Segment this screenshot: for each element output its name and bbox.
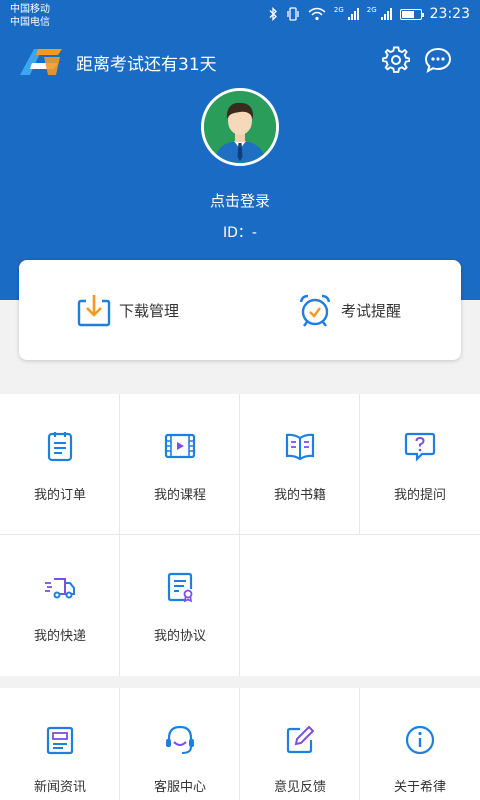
exam-reminder-button[interactable]: 考试提醒 [297,290,401,330]
grid-item-label: 我的书籍 [273,488,326,503]
grid-item-label: 我的提问 [393,488,446,503]
battery-icon [399,8,424,20]
question-icon [404,432,436,462]
grid-item-about[interactable]: 关于希律 [360,688,480,800]
grid-item-courses[interactable]: 我的课程 [120,394,240,535]
my-features-grid: 我的订单 我的课程 我的书籍 我的提问 我的快递 我的协议 [0,394,480,676]
quick-actions-card: 下载管理 考试提醒 [19,260,461,360]
carrier-info: 中国移动 中国电信 [10,3,50,29]
truck-icon [45,578,75,599]
grid-item-label: 意见反馈 [273,780,326,795]
grid-item-service[interactable]: 客服中心 [120,688,240,800]
grid-item-label: 我的协议 [153,629,206,644]
feedback-icon [286,725,315,754]
grid-item-agreements[interactable]: 我的协议 [120,535,240,676]
carrier-1: 中国移动 [10,4,50,15]
vibrate-icon [287,7,299,21]
settings-gear-icon[interactable] [382,46,410,74]
grid-empty-space [240,535,480,676]
grid-item-feedback[interactable]: 意见反馈 [240,688,360,800]
grid-item-orders[interactable]: 我的订单 [0,394,120,535]
agreement-icon [167,572,193,603]
exam-reminder-label: 考试提醒 [341,301,402,320]
grid-item-express[interactable]: 我的快递 [0,535,120,676]
network-type-2: 2G [366,6,377,14]
grid-item-label: 关于希律 [393,780,446,795]
info-icon [405,725,435,755]
download-icon [77,295,111,327]
carrier-2: 中国电信 [10,17,50,28]
book-icon [285,433,315,461]
service-grid: 新闻资讯 客服中心 意见反馈 关于希律 [0,688,480,800]
grid-item-books[interactable]: 我的书籍 [240,394,360,535]
status-bar: 中国移动 中国电信 2G 2G 23:23 [0,0,480,32]
grid-item-label: 我的订单 [33,488,86,503]
download-management-button[interactable]: 下载管理 [77,290,179,330]
app-logo [20,49,62,75]
clock: 23:23 [429,6,470,22]
service-icon [166,725,194,754]
login-link[interactable]: 点击登录 [0,190,480,211]
exam-countdown: 距离考试还有31天 [76,55,217,75]
course-icon [164,433,196,459]
grid-item-questions[interactable]: 我的提问 [360,394,480,535]
network-type-1: 2G [333,6,344,14]
signal-icon-1 [347,8,359,20]
alarm-clock-icon [299,294,331,327]
grid-item-label: 客服中心 [153,780,206,795]
order-icon [47,432,73,462]
download-label: 下载管理 [119,301,180,320]
bluetooth-icon [269,7,277,21]
wifi-icon [308,7,326,21]
user-id: ID：- [223,225,257,241]
grid-item-label: 我的课程 [153,488,206,503]
grid-item-news[interactable]: 新闻资讯 [0,688,120,800]
user-avatar-icon [204,91,276,163]
message-icon[interactable] [424,46,452,74]
avatar[interactable] [201,88,279,166]
grid-item-label: 我的快递 [33,629,86,644]
grid-item-label: 新闻资讯 [33,780,86,795]
news-icon [46,726,74,755]
signal-icon-2 [380,8,392,20]
